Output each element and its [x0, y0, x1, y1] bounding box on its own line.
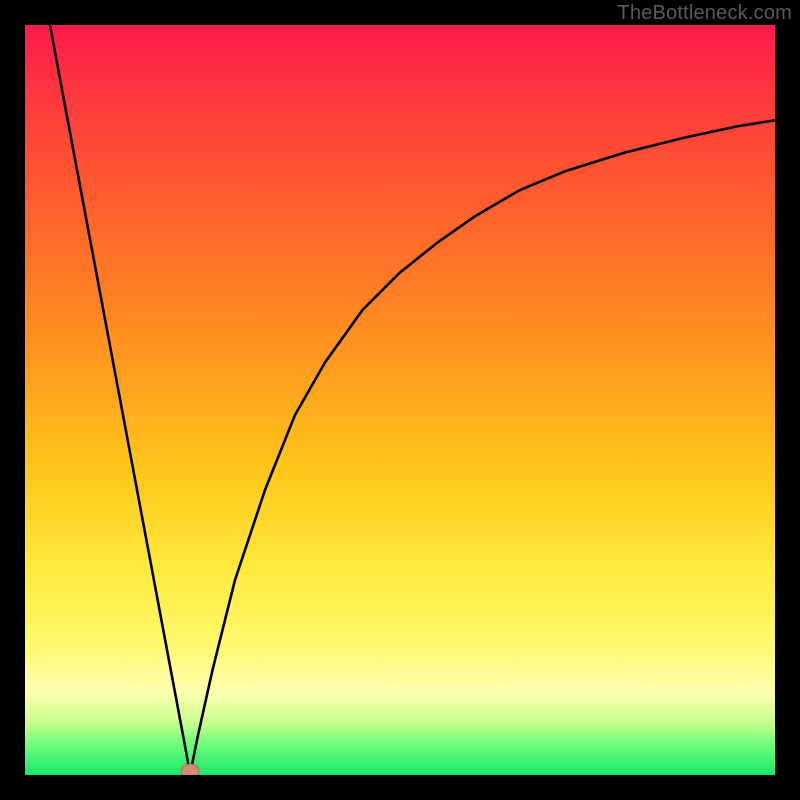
chart-frame: TheBottleneck.com [0, 0, 800, 800]
watermark-text: TheBottleneck.com [617, 2, 792, 25]
plot-area [25, 25, 775, 775]
optimal-point-marker [181, 764, 199, 775]
curve-right-branch [190, 120, 775, 775]
curve-left-branch [50, 25, 190, 775]
bottleneck-curve [25, 25, 775, 775]
